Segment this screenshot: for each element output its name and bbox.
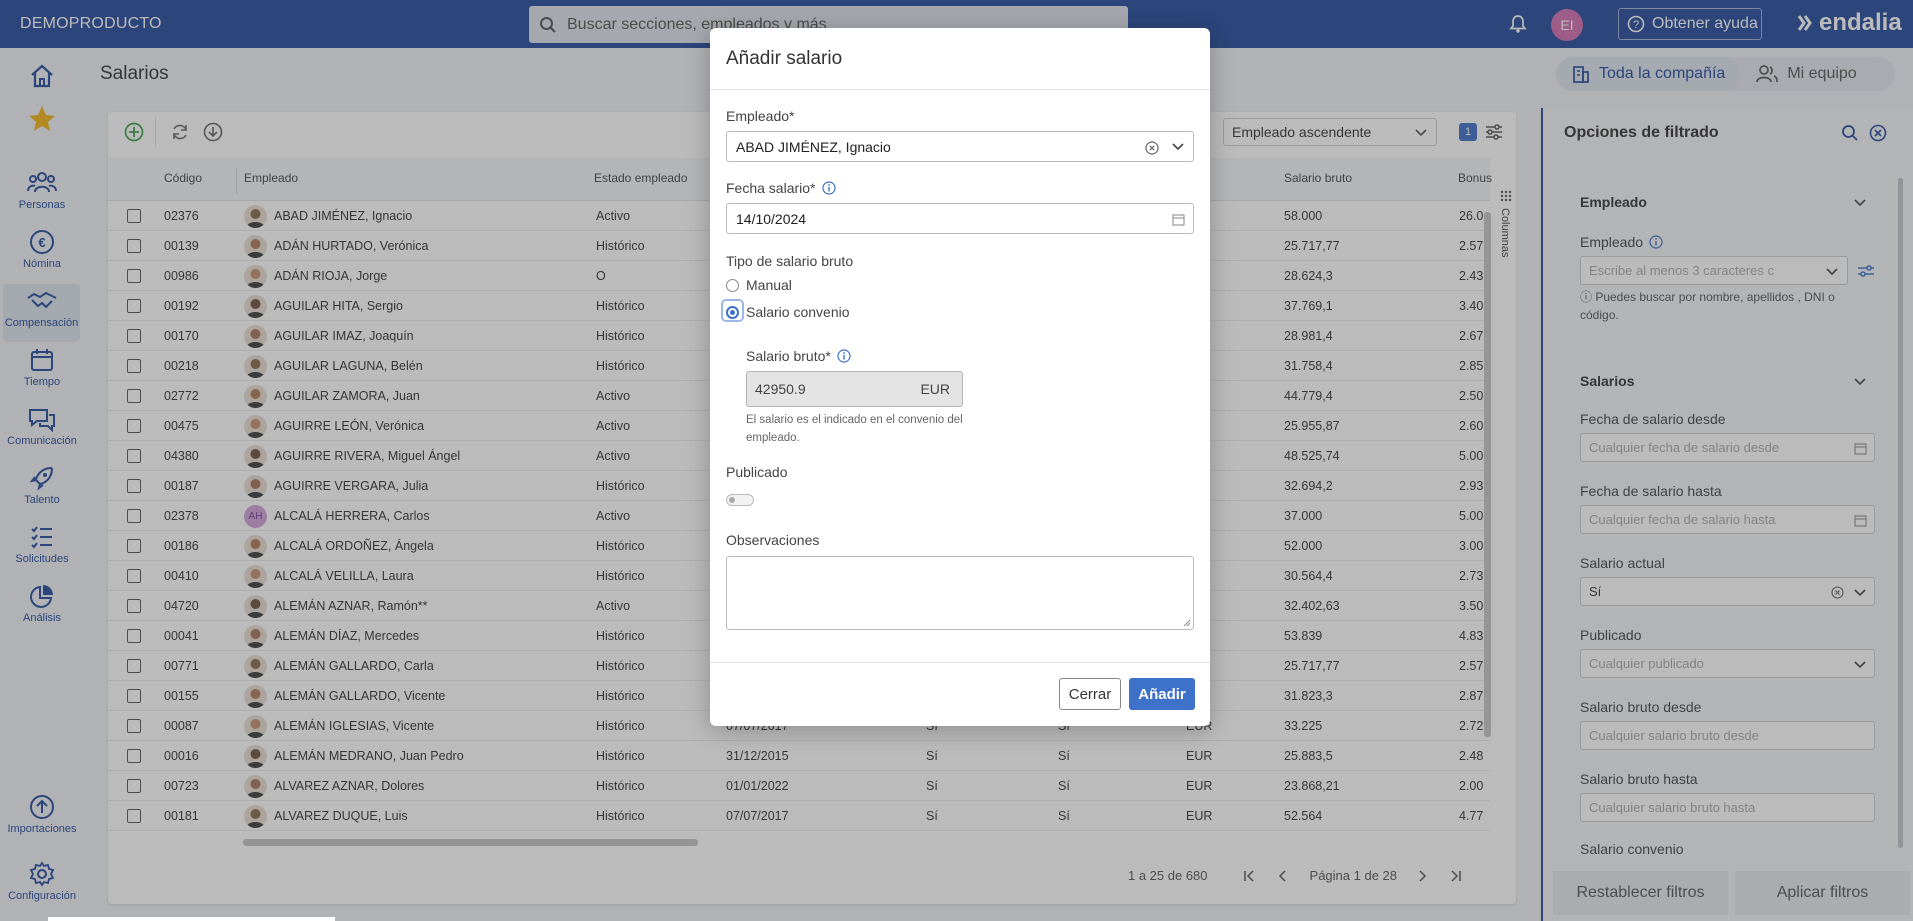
radio-manual[interactable]: Manual [726,277,792,293]
salario-bruto-value: 42950.9 [755,381,806,397]
dialog-divider [710,89,1210,90]
tipo-salario-label: Tipo de salario bruto [726,253,854,269]
salario-bruto-currency: EUR [920,381,950,397]
resize-grip-icon[interactable] [1183,619,1191,627]
empleado-value: ABAD JIMÉNEZ, Ignacio [736,138,891,155]
dialog-footer-divider [710,662,1210,663]
observaciones-textarea[interactable] [726,556,1194,630]
fecha-salario-label-text: Fecha salario* [726,180,816,196]
bottom-indicator [48,917,335,921]
add-salary-dialog: Añadir salario Empleado* ABAD JIMÉNEZ, I… [710,28,1210,726]
salario-bruto-label: Salario bruto* [746,348,851,364]
radio-manual-dot[interactable] [726,278,739,292]
publicado-toggle[interactable] [726,494,754,506]
radio-convenio-label: Salario convenio [746,304,850,320]
radio-manual-label: Manual [746,277,792,293]
info-icon[interactable] [837,349,851,363]
fecha-salario-label: Fecha salario* [726,180,836,196]
calendar-icon[interactable] [1172,213,1185,226]
salario-bruto-input: 42950.9 EUR [746,371,963,407]
fecha-salario-input[interactable]: 14/10/2024 [726,203,1194,234]
radio-convenio-dot[interactable] [726,305,739,319]
salario-bruto-hint: El salario es el indicado en el convenio… [746,414,963,444]
salario-bruto-label-text: Salario bruto* [746,348,831,364]
add-button[interactable]: Añadir [1129,678,1195,710]
radio-convenio[interactable]: Salario convenio [726,304,850,320]
empleado-label: Empleado* [726,108,795,124]
clear-icon[interactable] [1145,141,1159,155]
dialog-title: Añadir salario [726,48,843,69]
empleado-select[interactable]: ABAD JIMÉNEZ, Ignacio [726,131,1194,162]
chevron-down-icon [1172,143,1184,151]
publicado-label: Publicado [726,464,788,480]
close-button[interactable]: Cerrar [1059,678,1121,710]
info-icon[interactable] [821,181,836,195]
observaciones-label: Observaciones [726,532,820,548]
fecha-salario-value: 14/10/2024 [736,210,807,227]
